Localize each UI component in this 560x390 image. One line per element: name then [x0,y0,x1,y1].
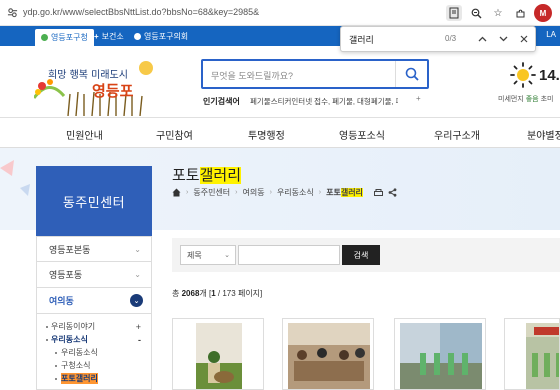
decoration-shapes [0,160,30,196]
photo-thumbnail [196,323,242,389]
extensions-icon[interactable] [512,5,528,21]
gnb-item-about[interactable]: 우리구소개 [434,127,480,142]
share-icon[interactable] [388,188,397,197]
profile-avatar[interactable]: M [534,4,552,22]
breadcrumb-separator: › [186,189,189,196]
find-input[interactable]: 갤러리 [349,33,374,46]
gallery-thumbnail[interactable] [172,318,264,390]
page-title: 포토갤러리 [172,167,242,184]
browser-address-bar: ydp.go.kr/www/selectBbsNttList.do?bbsNo=… [0,0,560,26]
left-navigation: 영등포본동 ⌄ 영등포동 ⌄ 여의동 ⌄ 우리동이야기 + 우리동소식 - 우리… [36,236,152,390]
keyword-input[interactable] [238,245,340,265]
bullet-icon [46,325,48,328]
find-in-page-bar: 갤러리 0/3 [340,26,536,52]
bullet-icon [46,338,48,341]
total-count: 총 2068개 [1 / 173 페이지] [172,289,263,298]
language-link[interactable]: LA [546,30,556,39]
main-navigation: 민원안내 구민참여 투명행정 영등포소식 우리구소개 분야별정 [0,118,560,148]
bookmark-star-icon[interactable]: ☆ [490,5,506,21]
search-icon [405,67,419,81]
bullet-icon [55,364,57,367]
photo-thumbnail [288,323,370,389]
chevron-up-icon: ⌄ [130,294,143,307]
plus-icon: + [94,31,99,41]
lnb-item-yeoui-dong[interactable]: 여의동 ⌄ [36,288,152,314]
council-emblem-icon [134,32,141,40]
lnb-sub-item[interactable]: 우리동소식 - [37,333,151,346]
lnb-sub-item-current[interactable]: 포토갤러리 [37,372,151,385]
search-input[interactable]: 무엇을 도와드릴까요? [211,69,293,82]
gnb-item-civil[interactable]: 민원안내 [66,127,103,142]
home-icon[interactable] [172,188,181,197]
zoom-icon[interactable] [468,5,484,21]
tab-district-office[interactable]: 영등포구청 [35,29,94,46]
lnb-submenu: 우리동이야기 + 우리동소식 - 우리동소식 구청소식 포토갤러리 [36,314,152,390]
popular-keywords-more[interactable]: + [416,94,421,103]
bullet-icon [55,377,57,380]
logo-slogan: 희망 행복 미래도시 [48,70,128,81]
site-info-icon[interactable] [7,7,18,18]
print-icon[interactable] [373,188,383,197]
breadcrumb-current[interactable]: 포토갤러리 [326,187,363,198]
sun-weather-icon [510,62,536,88]
chevron-down-icon: ⌄ [224,252,230,259]
board-search-form: 제목 ⌄ 검색 [172,238,560,272]
find-close-icon[interactable] [517,32,531,46]
gnb-item-news[interactable]: 영등포소식 [339,127,385,142]
breadcrumb-separator: › [235,189,238,196]
expand-plus-icon[interactable]: + [136,322,141,332]
site-header: 희망 행복 미래도시 영등포 무엇을 도와드릴까요? 인기검색어 폐기물스티커인… [0,46,560,118]
search-button[interactable] [395,61,427,87]
gallery-thumbnail[interactable] [504,318,560,390]
logo-name: 영등포 [92,82,134,100]
site-logo[interactable]: 희망 행복 미래도시 영등포 [32,58,154,117]
site-search-box[interactable]: 무엇을 도와드릴까요? [201,59,429,89]
photo-thumbnail [526,323,559,389]
gnb-item-transparency[interactable]: 투명행정 [248,127,285,142]
breadcrumb-separator: › [318,189,322,196]
breadcrumb: › 동주민센터 › 여의동 › 우리동소식 › 포토갤러리 [172,187,397,198]
gnb-item-field[interactable]: 분야별정 [527,127,560,142]
url-field[interactable]: ydp.go.kr/www/selectBbsNttList.do?bbsNo=… [23,7,259,17]
lnb-sub-item[interactable]: 우리동이야기 + [37,320,151,333]
breadcrumb-item[interactable]: 여의동 [243,187,265,198]
chevron-down-icon: ⌄ [134,245,141,254]
fine-dust-status: 미세먼지 좋음 초미 [498,96,554,103]
popular-keywords-list[interactable]: 폐기물스티커인터넷 접수, 폐기물, 대형폐기물, 폐 [250,96,398,107]
lnb-sub-item[interactable]: 우리동소식 [37,346,151,359]
lnb-item-yeongdeungpo-dong[interactable]: 영등포동 ⌄ [36,262,152,288]
district-emblem-icon [41,34,48,41]
popular-keywords-label: 인기검색어 [203,97,240,106]
tab-health-center[interactable]: + 보건소 [88,28,130,44]
temperature: 14. [539,67,560,84]
breadcrumb-item[interactable]: 동주민센터 [193,187,230,198]
gallery-thumbnail[interactable] [394,318,486,390]
photo-thumbnail [400,323,482,389]
find-match-count: 0/3 [445,34,457,43]
collapse-minus-icon[interactable]: - [138,335,141,345]
tab-district-council[interactable]: 영등포구의회 [128,28,194,44]
find-previous-icon[interactable] [475,32,489,46]
lnb-item-yeongdeungpo-bondong[interactable]: 영등포본동 ⌄ [36,236,152,262]
lnb-sub-item[interactable]: 구청소식 [37,359,151,372]
chevron-down-icon: ⌄ [134,270,141,279]
board-search-button[interactable]: 검색 [342,245,380,265]
gallery-thumbnail[interactable] [282,318,374,390]
find-next-icon[interactable] [496,32,510,46]
search-field-select[interactable]: 제목 ⌄ [180,245,236,265]
bullet-icon [55,351,57,354]
gnb-item-participation[interactable]: 구민참여 [156,127,193,142]
breadcrumb-separator: › [269,189,272,196]
page-action-icon[interactable] [446,5,462,21]
breadcrumb-item[interactable]: 우리동소식 [277,187,314,198]
lnb-title: 동주민센터 [36,166,152,236]
